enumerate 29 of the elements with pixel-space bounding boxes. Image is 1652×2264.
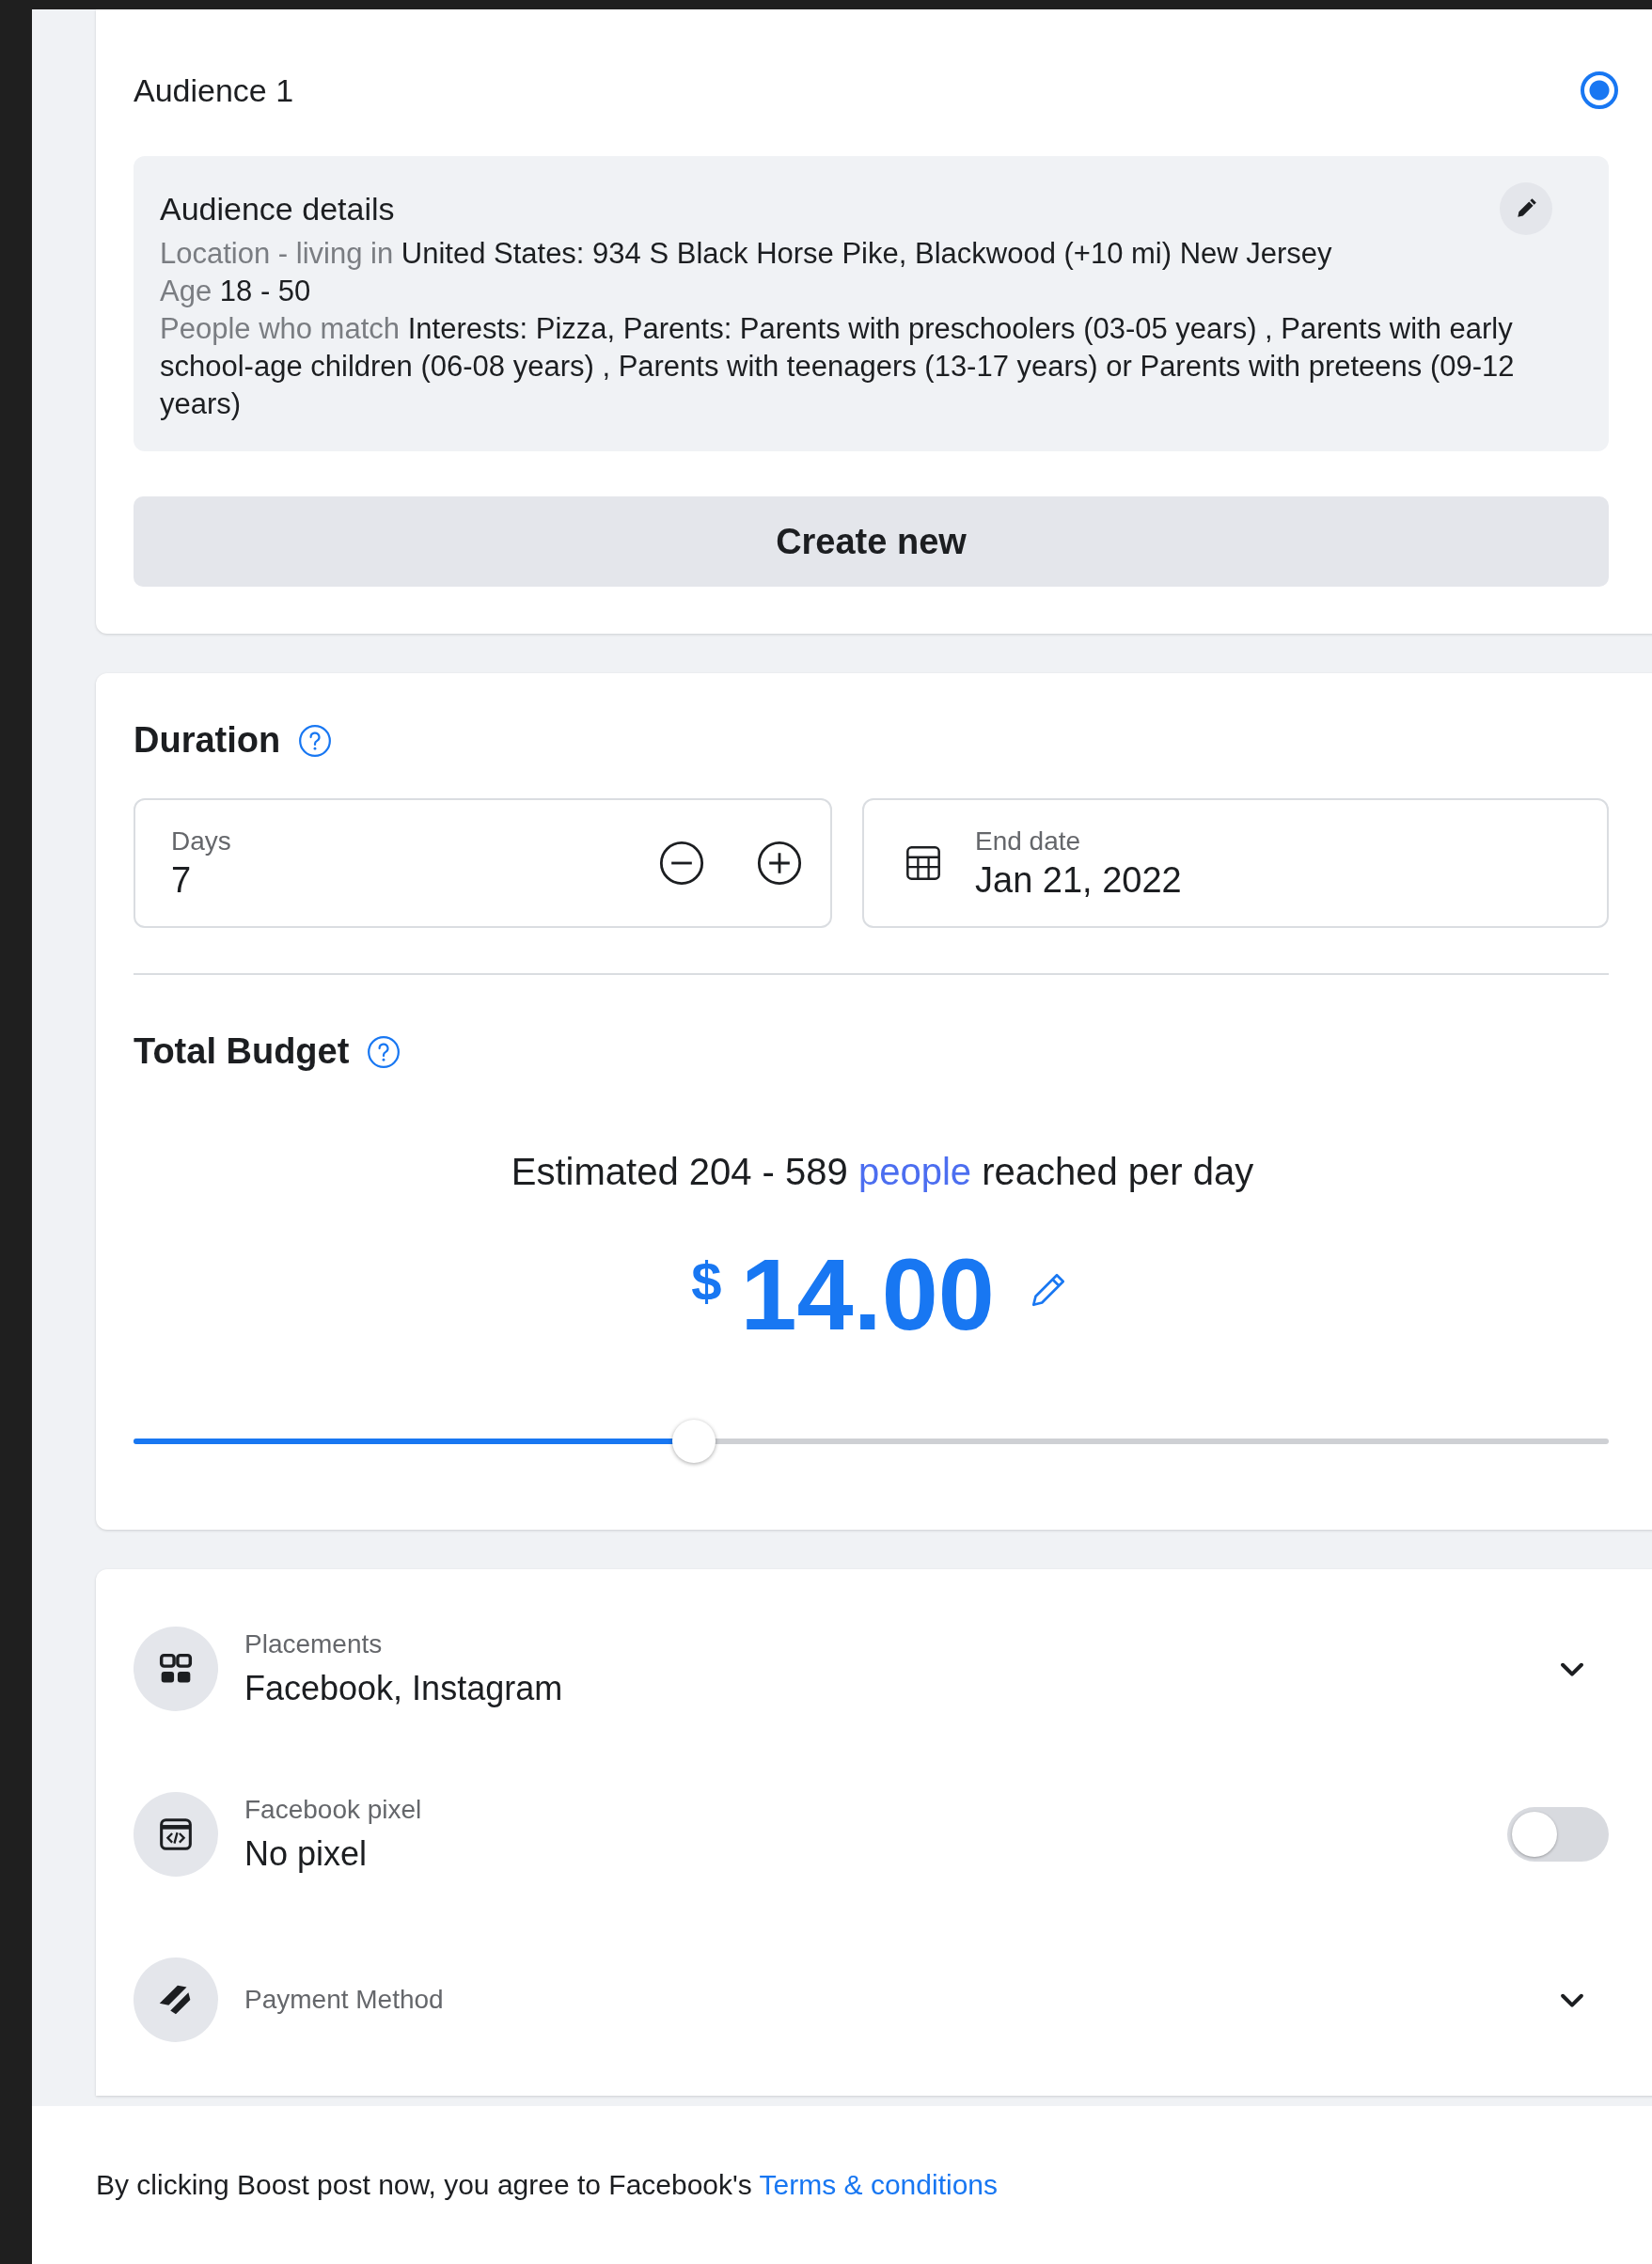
section-title: Total Budget (134, 1031, 350, 1072)
setting-label: Payment Method (244, 1985, 445, 2015)
setting-label: Facebook pixel (244, 1795, 423, 1825)
help-icon[interactable] (297, 722, 334, 759)
detail-line: People who match Interests: Pizza, Parents: Parents with preschoolers (03-05 years) , Parents with early school-age children (06-08 years) , Parents with teenagers (13-17 years) or Parents with preteens (09-12 years) (160, 311, 1516, 422)
budget-slider[interactable] (134, 1419, 1609, 1464)
budget-amount: 14.00 (740, 1244, 995, 1345)
minus-icon[interactable] (657, 839, 706, 888)
terms-link[interactable]: Terms & conditions (759, 2169, 998, 2200)
edit-button[interactable] (1500, 182, 1552, 235)
currency-symbol: $ (691, 1250, 722, 1313)
slider-thumb[interactable] (672, 1420, 716, 1463)
help-icon[interactable] (366, 1033, 402, 1070)
days-field[interactable]: Days 7 (134, 798, 832, 928)
detail-line: Age 18 - 50 (160, 274, 312, 309)
detail-line: Location - living in United States: 934 S Black Horse Pike, Blackwood (+10 mi) New Jersey (160, 236, 1333, 272)
plus-icon[interactable] (755, 839, 804, 888)
create-new-button[interactable]: Create new (134, 496, 1609, 587)
radio-button[interactable] (1581, 71, 1618, 109)
terms-notice: By clicking Boost post now, you agree to Facebook's Terms & conditions (96, 2169, 998, 2201)
setting-value: Facebook, Instagram (244, 1669, 564, 1708)
audience-name: Audience 1 (134, 71, 294, 109)
reach-estimate: Estimated 204 - 589 people reached per day (510, 1151, 1255, 1193)
setting-label: Placements (244, 1629, 384, 1659)
end-date-field[interactable]: End date Jan 21, 2022 (862, 798, 1609, 928)
setting-value: No pixel (244, 1834, 369, 1874)
people-link[interactable]: people (857, 1151, 971, 1192)
details-title: Audience details (160, 190, 395, 228)
section-title: Duration (134, 720, 281, 761)
